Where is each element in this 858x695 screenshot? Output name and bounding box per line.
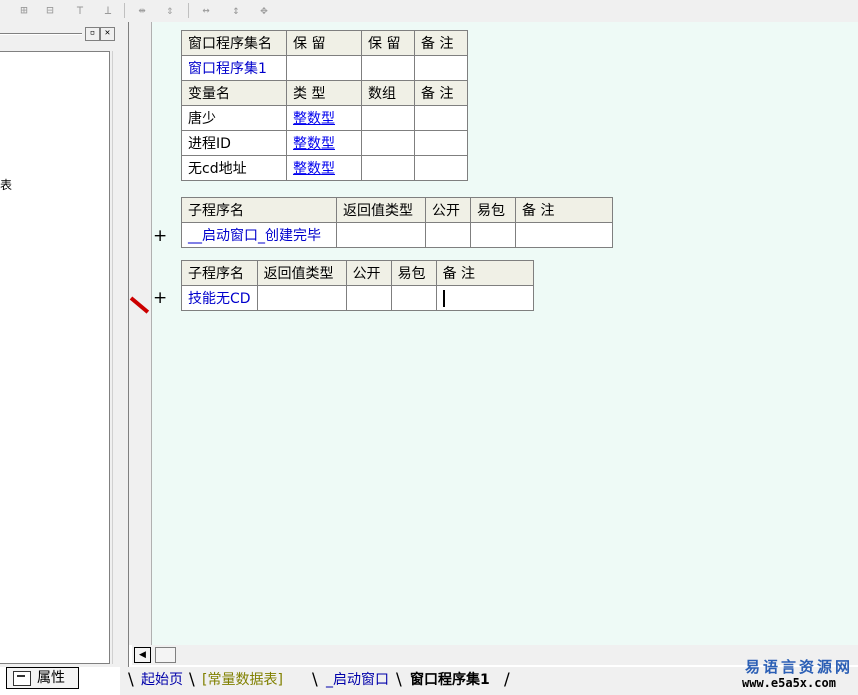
tab-window-program-set[interactable]: 窗口程序集1	[410, 670, 490, 691]
table-cell[interactable]	[414, 105, 468, 131]
align-center-icon[interactable]: ⊟	[40, 2, 60, 19]
expand-subprogram-icon[interactable]: +	[153, 288, 167, 308]
column-header: 子程序名	[181, 260, 258, 286]
table-row: 唐少 整数型	[181, 105, 468, 131]
tab-divider: \	[128, 670, 134, 690]
column-header: 变量名	[181, 80, 287, 106]
table-cell[interactable]	[515, 222, 613, 248]
properties-tab-label: 属性	[37, 670, 65, 686]
toolbar-separator	[124, 3, 125, 18]
subprogram-name[interactable]: __启动窗口_创建完毕	[181, 222, 337, 248]
variable-type-link[interactable]: 整数型	[286, 105, 362, 131]
variable-type-link[interactable]: 整数型	[286, 130, 362, 156]
scroll-left-icon[interactable]: ◀	[134, 647, 151, 663]
align-top-icon[interactable]: ⊤	[70, 2, 90, 19]
table-header-row: 变量名 类 型 数组 备 注	[181, 80, 468, 106]
align-toolbar: ⊞ ⊟ ⊤ ⊥ ⇹ ⇕ ↔ ↕ ✥	[0, 0, 858, 23]
table-cell[interactable]	[345, 285, 392, 311]
column-header: 备 注	[414, 30, 468, 56]
variable-name[interactable]: 无cd地址	[181, 155, 287, 181]
column-header: 备 注	[515, 197, 613, 223]
program-set-name[interactable]: 窗口程序集1	[181, 55, 287, 81]
table-row: 进程ID 整数型	[181, 130, 468, 156]
table-row: __启动窗口_创建完毕	[181, 222, 613, 248]
column-header: 保 留	[361, 30, 415, 56]
table-cell[interactable]	[286, 55, 362, 81]
column-header: 返回值类型	[256, 260, 347, 286]
column-header: 保 留	[286, 30, 362, 56]
table-row: 窗口程序集1	[181, 55, 468, 81]
align-bottom-icon[interactable]: ⊥	[98, 2, 118, 19]
table-header-row: 子程序名 返回值类型 公开 易包 备 注	[181, 197, 613, 223]
variable-name[interactable]: 唐少	[181, 105, 287, 131]
tab-start-page[interactable]: 起始页	[141, 670, 183, 691]
panel-close-icon[interactable]: ✕	[100, 27, 115, 41]
tab-constant-table[interactable]: [常量数据表]	[202, 670, 283, 691]
code-gutter	[129, 22, 152, 645]
column-header: 窗口程序集名	[181, 30, 287, 56]
column-header: 公开	[425, 197, 471, 223]
table-row: 无cd地址 整数型	[181, 155, 468, 181]
column-header: 易包	[390, 260, 437, 286]
table-header-row: 子程序名 返回值类型 公开 易包 备 注	[181, 260, 534, 286]
tab-divider: \	[396, 670, 402, 690]
editor-frame	[120, 22, 129, 667]
column-header: 子程序名	[181, 197, 337, 223]
remark-cell-editing[interactable]	[435, 285, 534, 311]
watermark-url: www.e5a5x.com	[742, 676, 836, 690]
panel-restore-icon[interactable]: ▫	[85, 27, 100, 41]
tab-divider: \	[312, 670, 318, 690]
h-space-icon[interactable]: ↔	[196, 2, 216, 19]
column-header: 类 型	[286, 80, 362, 106]
table-cell[interactable]	[470, 222, 516, 248]
center-icon[interactable]: ✥	[254, 2, 274, 19]
properties-icon	[13, 671, 31, 686]
column-header: 数组	[361, 80, 415, 106]
column-header: 备 注	[414, 80, 468, 106]
variable-name[interactable]: 进程ID	[181, 130, 287, 156]
table-cell[interactable]	[361, 105, 415, 131]
same-height-icon[interactable]: ⇕	[160, 2, 180, 19]
tree-item-fragment[interactable]: 表	[0, 176, 12, 193]
watermark-site: 易语言资源网	[745, 658, 854, 676]
table-row: 技能无CD	[181, 285, 534, 311]
table-cell[interactable]	[390, 285, 437, 311]
column-header: 易包	[470, 197, 516, 223]
expand-subprogram-icon[interactable]: +	[153, 226, 167, 246]
panel-scrollbar[interactable]	[112, 51, 119, 664]
v-space-icon[interactable]: ↕	[226, 2, 246, 19]
subprogram-table: 子程序名 返回值类型 公开 易包 备 注 __启动窗口_创建完毕	[181, 197, 613, 248]
project-tree[interactable]: 表	[0, 51, 110, 664]
subprogram-name[interactable]: 技能无CD	[181, 285, 258, 311]
panel-grip[interactable]	[0, 33, 82, 35]
scroll-thumb[interactable]	[155, 647, 176, 663]
table-cell[interactable]	[414, 155, 468, 181]
column-header: 备 注	[435, 260, 534, 286]
table-cell[interactable]	[256, 285, 347, 311]
column-header: 公开	[345, 260, 392, 286]
subprogram-table: 子程序名 返回值类型 公开 易包 备 注 技能无CD	[181, 260, 534, 311]
same-width-icon[interactable]: ⇹	[132, 2, 152, 19]
program-set-table: 窗口程序集名 保 留 保 留 备 注 窗口程序集1 变量名 类 型 数组 备 注…	[181, 30, 468, 181]
toolbar-separator	[188, 3, 189, 18]
table-cell[interactable]	[361, 130, 415, 156]
project-panel: ▫ ✕ 表	[0, 22, 120, 667]
table-cell[interactable]	[361, 55, 415, 81]
text-cursor	[442, 289, 445, 307]
tab-divider: \	[189, 670, 195, 690]
table-cell[interactable]	[414, 55, 468, 81]
tab-divider: /	[504, 670, 510, 690]
table-header-row: 窗口程序集名 保 留 保 留 备 注	[181, 30, 468, 56]
align-left-icon[interactable]: ⊞	[14, 2, 34, 19]
variable-type-link[interactable]: 整数型	[286, 155, 362, 181]
tab-startup-window[interactable]: _启动窗口	[326, 670, 389, 691]
properties-tab[interactable]: 属性	[6, 667, 79, 689]
table-cell[interactable]	[414, 130, 468, 156]
table-cell[interactable]	[361, 155, 415, 181]
column-header: 返回值类型	[336, 197, 426, 223]
panel-titlebar: ▫ ✕	[0, 26, 116, 42]
table-cell[interactable]	[336, 222, 426, 248]
table-cell[interactable]	[425, 222, 471, 248]
